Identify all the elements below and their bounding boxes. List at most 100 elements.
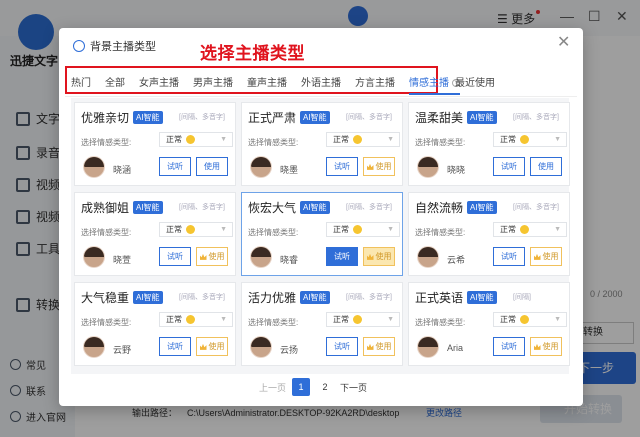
page-2-button[interactable]: 2 <box>316 378 334 396</box>
try-listen-button[interactable]: 试听 <box>326 337 358 356</box>
try-listen-button[interactable]: 试听 <box>493 157 525 176</box>
emotion-label: 选择情感类型: <box>248 318 299 327</box>
try-listen-button[interactable]: 试听 <box>159 247 191 266</box>
anchor-card[interactable]: 优雅亲切 AI智能 [间隔、多音字] 选择情感类型: 正常 ▼ 晓涵 试听 使用 <box>74 102 236 186</box>
try-listen-button[interactable]: 试听 <box>159 337 191 356</box>
ai-badge: AI智能 <box>300 111 330 124</box>
emotion-label: 选择情感类型: <box>415 228 466 237</box>
try-listen-button[interactable]: 试听 <box>326 247 358 266</box>
tab-child[interactable]: 童声主播 <box>247 74 287 95</box>
avatar <box>417 156 439 178</box>
chevron-down-icon: ▼ <box>387 226 394 233</box>
tabs-divider <box>65 96 577 97</box>
use-button[interactable]: 使用 <box>363 157 395 176</box>
tab-all[interactable]: 全部 <box>105 74 125 95</box>
use-button[interactable]: 使用 <box>196 157 228 176</box>
ai-badge: AI智能 <box>467 291 497 304</box>
avatar <box>83 246 105 268</box>
chevron-down-icon: ▼ <box>387 136 394 143</box>
ai-badge: AI智能 <box>133 291 163 304</box>
use-button[interactable]: 使用 <box>530 247 562 266</box>
anchor-name: 成熟御姐 <box>81 201 130 215</box>
category-tabs: 热门 全部 女声主播 男声主播 童声主播 外语主播 方言主播 情感主播? <box>71 74 474 95</box>
emotion-select[interactable]: 正常 ▼ <box>493 312 567 327</box>
anchor-card[interactable]: 温柔甜美 AI智能 [间隔、多音字] 选择情感类型: 正常 ▼ 晓晓 试听 使用 <box>408 102 570 186</box>
emotion-select[interactable]: 正常 ▼ <box>493 222 567 237</box>
page-1-button[interactable]: 1 <box>292 378 311 396</box>
avatar <box>250 246 272 268</box>
avatar <box>83 156 105 178</box>
tab-female[interactable]: 女声主播 <box>139 74 179 95</box>
vip-crown-icon <box>366 253 374 260</box>
anchor-card[interactable]: 自然流畅 AI智能 [间隔、多音字] 选择情感类型: 正常 ▼ 云希 试听 使用 <box>408 192 570 276</box>
smile-icon <box>353 135 362 145</box>
anchor-name: 正式严肃 <box>248 111 297 125</box>
vip-crown-icon <box>366 163 374 170</box>
feature-tag: [间隔、多音字] <box>346 114 392 121</box>
tab-male[interactable]: 男声主播 <box>193 74 233 95</box>
smile-icon <box>186 135 195 145</box>
tab-foreign[interactable]: 外语主播 <box>301 74 341 95</box>
vip-crown-icon <box>199 253 207 260</box>
emotion-select[interactable]: 正常 ▼ <box>326 312 400 327</box>
anchor-type-dialog: 背景主播类型 ✕ 选择主播类型 热门 全部 女声主播 男声主播 童声主播 外语主… <box>59 28 583 406</box>
use-button[interactable]: 使用 <box>530 157 562 176</box>
use-button[interactable]: 使用 <box>363 247 395 266</box>
tab-recent[interactable]: 最近使用 <box>455 74 495 89</box>
emotion-select[interactable]: 正常 ▼ <box>493 132 567 147</box>
vip-crown-icon <box>366 343 374 350</box>
feature-tag: [间隔] <box>513 294 531 301</box>
anchor-card[interactable]: 正式英语 AI智能 [间隔] 选择情感类型: 正常 ▼ Aria 试听 使用 <box>408 282 570 366</box>
feature-tag: [间隔、多音字] <box>513 204 559 211</box>
use-button[interactable]: 使用 <box>363 337 395 356</box>
chevron-down-icon: ▼ <box>554 226 561 233</box>
tab-dialect[interactable]: 方言主播 <box>355 74 395 95</box>
emotion-select[interactable]: 正常 ▼ <box>159 132 233 147</box>
use-button[interactable]: 使用 <box>196 247 228 266</box>
anchor-name: 活力优雅 <box>248 291 297 305</box>
use-button[interactable]: 使用 <box>196 337 228 356</box>
prev-page-button[interactable]: 上一页 <box>259 381 286 394</box>
emotion-select[interactable]: 正常 ▼ <box>159 222 233 237</box>
emotion-label: 选择情感类型: <box>248 228 299 237</box>
voice-name: 云希 <box>447 255 466 265</box>
anchor-name: 大气稳重 <box>81 291 130 305</box>
voice-name: 晓睿 <box>280 255 299 265</box>
anchor-name: 优雅亲切 <box>81 111 130 125</box>
emotion-label: 选择情感类型: <box>248 138 299 147</box>
voice-name: 晓晓 <box>447 165 466 175</box>
try-listen-button[interactable]: 试听 <box>493 337 525 356</box>
emotion-label: 选择情感类型: <box>81 228 132 237</box>
anchor-card[interactable]: 正式严肃 AI智能 [间隔、多音字] 选择情感类型: 正常 ▼ 晓墨 试听 使用 <box>241 102 403 186</box>
try-listen-button[interactable]: 试听 <box>159 157 191 176</box>
anchor-name: 温柔甜美 <box>415 111 464 125</box>
voice-name: 晓涵 <box>113 165 132 175</box>
ai-badge: AI智能 <box>467 111 497 124</box>
avatar <box>417 336 439 358</box>
emotion-select[interactable]: 正常 ▼ <box>326 132 400 147</box>
voice-name: 晓萱 <box>113 255 132 265</box>
try-listen-button[interactable]: 试听 <box>493 247 525 266</box>
tab-hot[interactable]: 热门 <box>71 74 91 95</box>
anchor-card[interactable]: 恢宏大气 AI智能 [间隔、多音字] 选择情感类型: 正常 ▼ 晓睿 试听 使用 <box>241 192 403 276</box>
emotion-select[interactable]: 正常 ▼ <box>159 312 233 327</box>
feature-tag: [间隔、多音字] <box>513 114 559 121</box>
smile-icon <box>186 225 195 235</box>
chevron-down-icon: ▼ <box>220 136 227 143</box>
tab-emotion[interactable]: 情感主播? <box>409 74 460 95</box>
use-button[interactable]: 使用 <box>530 337 562 356</box>
close-icon[interactable]: ✕ <box>557 32 570 52</box>
pagination: 上一页 1 2 下一页 <box>259 378 367 396</box>
feature-tag: [间隔、多音字] <box>346 294 392 301</box>
voice-name: 云扬 <box>280 345 299 355</box>
anchor-card[interactable]: 活力优雅 AI智能 [间隔、多音字] 选择情感类型: 正常 ▼ 云扬 试听 使用 <box>241 282 403 366</box>
anchor-card[interactable]: 成熟御姐 AI智能 [间隔、多音字] 选择情感类型: 正常 ▼ 晓萱 试听 使用 <box>74 192 236 276</box>
emotion-select[interactable]: 正常 ▼ <box>326 222 400 237</box>
annotation-title: 选择主播类型 <box>200 44 305 63</box>
try-listen-button[interactable]: 试听 <box>326 157 358 176</box>
vip-crown-icon <box>533 253 541 260</box>
dialog-title: 背景主播类型 <box>73 38 156 54</box>
next-page-button[interactable]: 下一页 <box>340 381 367 394</box>
chevron-down-icon: ▼ <box>387 316 394 323</box>
anchor-card[interactable]: 大气稳重 AI智能 [间隔、多音字] 选择情感类型: 正常 ▼ 云野 试听 使用 <box>74 282 236 366</box>
